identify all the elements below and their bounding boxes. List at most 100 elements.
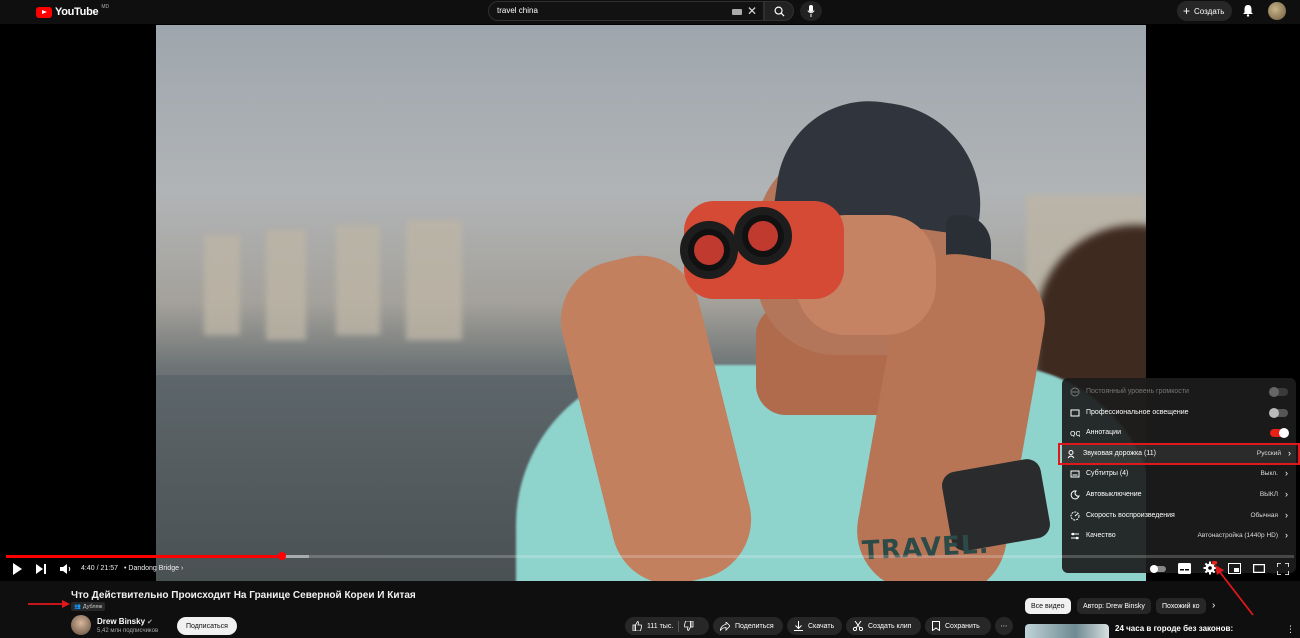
audio-track-icon — [1067, 449, 1075, 459]
settings-audio-track[interactable]: Звуковая дорожка (11) Русский › — [1058, 442, 1300, 466]
logo-text: YouTube — [55, 6, 99, 18]
settings-menu: Постоянный уровень громкости Профессиона… — [1058, 378, 1300, 573]
search-input[interactable]: travel china ✕ — [488, 1, 764, 21]
subtitles-icon — [1070, 470, 1080, 478]
account-avatar[interactable] — [1268, 2, 1286, 20]
progress-bar[interactable] — [6, 552, 1294, 560]
create-label: Создать — [1194, 6, 1225, 16]
dislike-icon[interactable] — [684, 621, 694, 631]
chip-author[interactable]: Автор: Drew Binsky — [1077, 598, 1151, 614]
settings-label: Автовыключение — [1086, 490, 1142, 498]
chip-all-videos[interactable]: Все видео — [1025, 598, 1071, 614]
channel-name[interactable]: Drew Binsky ✔ — [97, 617, 153, 626]
play-icon[interactable] — [12, 563, 22, 575]
search-query[interactable]: travel china — [497, 6, 538, 15]
settings-playback-speed[interactable]: Скорость воспроизведения Обычная › — [1062, 506, 1296, 527]
settings-label: Звуковая дорожка (11) — [1083, 449, 1156, 457]
youtube-logo[interactable]: YouTube MD — [36, 4, 109, 20]
stable-volume-toggle[interactable] — [1269, 387, 1288, 397]
search-button[interactable] — [764, 1, 794, 21]
create-clip-button[interactable]: Создать клип — [846, 617, 921, 635]
video-frame[interactable]: TRAVEL. — [156, 25, 1146, 581]
recommendation-thumbnail[interactable] — [1025, 624, 1109, 638]
chevron-right-icon: › — [1285, 488, 1288, 499]
download-button[interactable]: Скачать — [787, 617, 842, 635]
settings-quality[interactable]: Качество Автонастройка (1440p HD) › — [1062, 526, 1296, 547]
chevron-right-icon: › — [180, 565, 184, 572]
dub-badge: 👥 Дубляж — [71, 602, 106, 611]
verified-icon: ✔ — [147, 619, 153, 626]
fullscreen-icon[interactable] — [1277, 563, 1289, 575]
like-count[interactable]: 111 тыс. — [647, 623, 673, 630]
annotations-toggle[interactable] — [1270, 428, 1289, 439]
keyboard-icon[interactable] — [732, 9, 742, 15]
settings-label: Профессиональное освещение — [1086, 408, 1189, 416]
more-horizontal-icon: ⋯ — [1000, 623, 1008, 630]
subscribe-button[interactable]: Подписаться — [177, 617, 237, 635]
settings-stable-volume[interactable]: Постоянный уровень громкости — [1062, 382, 1296, 403]
time-display: 4:40 / 21:57 — [81, 565, 118, 572]
settings-label: Скорость воспроизведения — [1086, 511, 1175, 519]
annotation-arrow-left — [28, 600, 70, 608]
binoculars — [680, 201, 844, 299]
settings-label: Аннотации — [1086, 429, 1121, 437]
notifications-bell-icon[interactable] — [1242, 4, 1254, 17]
chevron-right-icon: › — [1285, 530, 1288, 541]
settings-value: Русский — [1256, 449, 1281, 457]
video-title: Что Действительно Происходит На Границе … — [71, 590, 416, 601]
save-label: Сохранить — [945, 622, 980, 630]
settings-value: Выкл. — [1260, 470, 1278, 478]
annotation-arrow-gear — [1215, 565, 1254, 616]
like-dislike-group: 111 тыс. — [625, 617, 709, 635]
subscriber-count: 5,42 млн подписчиков — [97, 628, 159, 634]
share-icon — [720, 621, 730, 631]
settings-label: Качество — [1086, 532, 1116, 540]
sleep-timer-icon — [1070, 490, 1080, 500]
quality-icon — [1071, 532, 1079, 540]
create-button[interactable]: + Создать — [1177, 1, 1232, 21]
settings-label: Постоянный уровень громкости — [1086, 388, 1189, 395]
youtube-play-icon — [36, 6, 52, 18]
ambient-mode-toggle[interactable] — [1269, 407, 1288, 418]
settings-subtitles[interactable]: Субтитры (4) Выкл. › — [1062, 464, 1296, 485]
channel-name-label: Drew Binsky — [97, 617, 146, 626]
more-actions-button[interactable]: ⋯ — [995, 617, 1013, 635]
settings-sleep-timer[interactable]: Автовыключение ВЫКЛ › — [1062, 485, 1296, 506]
chip-similar[interactable]: Похожий ко — [1156, 598, 1206, 614]
dub-badge-label: Дубляж — [82, 603, 103, 610]
plus-icon: + — [1183, 4, 1191, 18]
share-label: Поделиться — [735, 622, 774, 630]
autoplay-toggle-icon[interactable] — [1150, 565, 1166, 573]
subtitles-button-icon[interactable] — [1178, 563, 1191, 574]
recommendation-title[interactable]: 24 часа в городе без законов: — [1115, 624, 1233, 633]
share-button[interactable]: Поделиться — [713, 617, 783, 635]
masthead: YouTube MD travel china ✕ + Создать — [0, 0, 1300, 24]
settings-ambient-mode[interactable]: Профессиональное освещение — [1062, 403, 1296, 424]
next-video-icon[interactable] — [36, 563, 47, 575]
save-button[interactable]: Сохранить — [925, 617, 991, 635]
settings-value: ВЫКЛ — [1259, 490, 1278, 498]
like-icon[interactable] — [632, 621, 642, 631]
stable-volume-icon — [1070, 387, 1080, 397]
download-label: Скачать — [808, 622, 835, 630]
settings-value: Обычная — [1250, 511, 1278, 519]
settings-label: Субтитры (4) — [1086, 470, 1129, 478]
clear-search-icon[interactable]: ✕ — [747, 4, 757, 18]
logo-region: MD — [101, 4, 110, 10]
annotations-icon: QQ — [1070, 430, 1080, 438]
scissors-icon — [853, 621, 863, 631]
chapter-title[interactable]: • Dandong Bridge › — [124, 565, 183, 572]
player-controls: 4:40 / 21:57 • Dandong Bridge › — [0, 559, 1300, 581]
more-vertical-icon[interactable]: ⋮ — [1286, 624, 1295, 635]
volume-icon[interactable] — [60, 563, 72, 575]
microphone-icon — [807, 5, 815, 17]
save-icon — [932, 621, 940, 631]
settings-annotations[interactable]: QQ Аннотации — [1062, 423, 1296, 444]
chevron-right-icon: › — [1285, 468, 1288, 479]
voice-search-button[interactable] — [800, 1, 822, 21]
video-player[interactable]: TRAVEL. Постоянный уровень громкости Про… — [0, 24, 1300, 581]
progress-played — [6, 555, 282, 558]
channel-avatar[interactable] — [71, 615, 91, 635]
svg-text:QQ: QQ — [1070, 430, 1080, 438]
chevron-right-icon[interactable]: › — [1212, 600, 1215, 611]
